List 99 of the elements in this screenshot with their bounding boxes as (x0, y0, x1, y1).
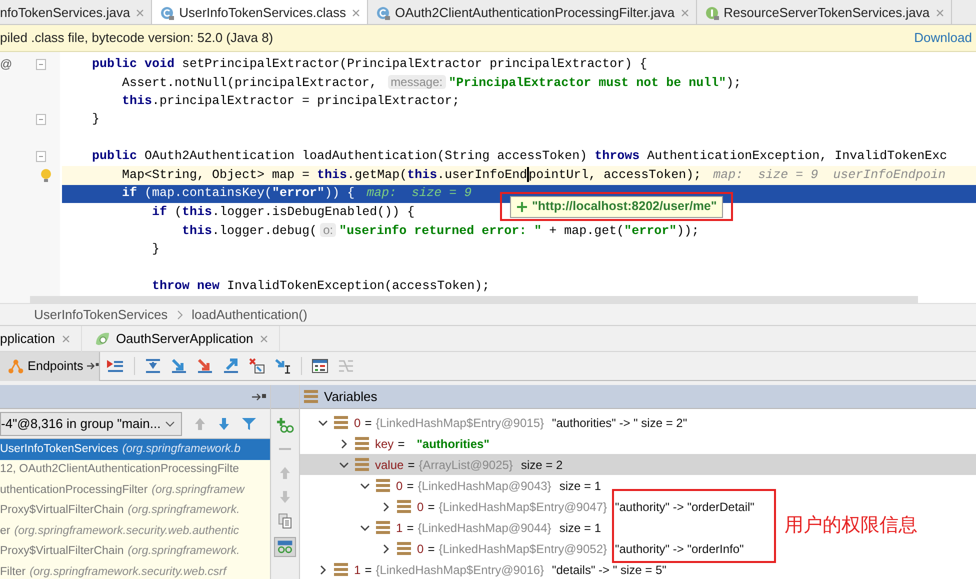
copy-icon[interactable] (278, 513, 292, 529)
panel-title: Variables (324, 388, 378, 406)
tree-row[interactable]: 1 = {LinkedHashMap@9044} size = 1 (300, 517, 602, 538)
code-line: Map<String, Object> map = this.getMap(this.userInfoEnd pointUrl, accessToken); (121, 166, 702, 184)
code-line: this.principalExtractor = principalExtractor; (121, 92, 460, 110)
interface-icon (704, 6, 719, 20)
close-icon[interactable] (60, 334, 71, 344)
code-line: public OAuth2Authentication loadAuthentication(String accessToken) throws AuthenticationException, InvalidTokenExc (91, 148, 948, 166)
fold-icon[interactable] (36, 114, 46, 126)
code-line: Assert.notNull(principalExtractor, message: "PrincipalExtractor must not be null"); (121, 74, 742, 92)
variable-value: size = 1 (559, 520, 602, 536)
stack-frame[interactable]: Filter (org.springframework.security.web.csrf (0, 562, 270, 579)
pin-icon[interactable] (87, 361, 99, 371)
close-icon[interactable] (135, 8, 146, 18)
thread-dropdown[interactable]: -4"@8,316 in group "main... (0, 412, 182, 436)
close-icon[interactable] (680, 8, 690, 18)
variables-icon (304, 390, 318, 403)
tree-row[interactable]: 0 = {LinkedHashMap$Entry@9052} "authority" -> "orderInfo" (300, 538, 744, 559)
execution-point-icon[interactable] (106, 358, 124, 374)
editor-tab[interactable]: ResourceServerTokenServices.java (696, 0, 952, 24)
arrow-down-icon[interactable] (218, 416, 230, 430)
variable-entry[interactable]: 0 = {LinkedHashMap$Entry@9015} (354, 414, 544, 432)
fold-icon[interactable] (36, 151, 46, 162)
variable-value: "authority" -> "orderInfo" (615, 540, 744, 558)
stack-frame[interactable]: 12, OAuth2ClientAuthenticationProcessingFilte (0, 460, 270, 480)
variable-entry[interactable]: 0 = {LinkedHashMap$Entry@9047} (417, 498, 607, 516)
variable-entry[interactable]: 0 = {LinkedHashMap$Entry@9052} (417, 540, 607, 558)
variable-value: "authorities" -> " size = 2" (552, 414, 688, 432)
code-line: } (151, 240, 160, 258)
editor-tab[interactable]: UserInfoTokenServices.class (152, 0, 368, 24)
variable-entry[interactable]: value = {ArrayList@9025} (375, 456, 513, 474)
calculator-icon[interactable] (312, 359, 328, 373)
field-icon (376, 521, 390, 534)
step-out-icon[interactable] (223, 358, 239, 374)
variable-value: "details" -> " size = 5" (552, 562, 666, 578)
value-tooltip: "http://localhost:8202/user/me" (510, 196, 723, 218)
tree-row[interactable]: 0 = {LinkedHashMap$Entry@9015} "authorities" -> " size = 2" (300, 412, 688, 433)
field-icon (397, 500, 411, 513)
breadcrumb-item[interactable]: UserInfoTokenServices (34, 304, 168, 324)
step-into-icon[interactable] (171, 358, 187, 374)
variable-entry[interactable]: 0 = {LinkedHashMap@9043} (396, 476, 552, 494)
field-icon (376, 479, 390, 492)
override-mark: @ (0, 56, 12, 74)
run-to-cursor-icon[interactable] (275, 358, 291, 374)
field-icon (334, 563, 348, 576)
tree-row[interactable]: 0 = {LinkedHashMap@9043} size = 1 (300, 475, 602, 496)
chevron-icon (176, 310, 184, 320)
text-caret (527, 167, 529, 182)
endpoints-button[interactable]: Endpoints (0, 352, 100, 380)
stack-frame[interactable]: Proxy$VirtualFilterChain (org.springframework. (0, 542, 270, 562)
close-icon[interactable] (934, 8, 945, 18)
variable-value: size = 1 (559, 478, 602, 494)
stack-frame[interactable]: Proxy$VirtualFilterChain (org.springframework. (0, 500, 270, 521)
breadcrumb-item[interactable]: loadAuthentication() (192, 304, 308, 324)
variable-entry[interactable]: 1 = {LinkedHashMap$Entry@9016} (354, 560, 544, 578)
annotation-text: 用户的权限信息 (784, 513, 918, 538)
class-icon (376, 6, 390, 20)
code-line: if (this.logger.isDebugEnabled()) { (151, 204, 415, 221)
leaf-icon (94, 330, 110, 346)
variable-value: size = 2 (520, 456, 563, 474)
variable-entry[interactable]: 1 = {LinkedHashMap@9044} (396, 518, 552, 536)
tree-row[interactable]: key = "authorities" (300, 433, 490, 454)
filter-icon[interactable] (242, 416, 256, 430)
code-line: } (91, 111, 100, 128)
force-step-into-icon[interactable] (197, 358, 213, 374)
step-over-icon[interactable] (145, 358, 161, 374)
editor-tab[interactable]: nfoTokenServices.java (0, 0, 152, 24)
stack-frame[interactable]: uthenticationProcessingFilter (org.springframew (0, 480, 270, 500)
class-icon (160, 6, 174, 20)
lightbulb-icon[interactable] (40, 168, 52, 182)
stack-frame[interactable]: UserInfoTokenServices (org.springframework.b (0, 439, 270, 460)
tree-row[interactable]: 1 = {LinkedHashMap$Entry@9016} "details" -> " size = 5" (300, 559, 666, 579)
variable-value: "authorities" (416, 436, 490, 452)
variable-entry[interactable]: key = (375, 434, 409, 452)
code-line: public void setPrincipalExtractor(PrincipalExtractor principalExtractor) { (91, 56, 648, 73)
field-icon (355, 458, 369, 471)
chevron-down-icon (165, 420, 175, 426)
close-icon[interactable] (259, 334, 270, 344)
fold-icon[interactable] (36, 58, 46, 70)
tree-row[interactable]: value = {ArrayList@9025} size = 2 (300, 454, 976, 475)
stack-frame[interactable]: er (org.springframework.security.web.authentic (0, 521, 270, 542)
download-link[interactable]: Download (914, 28, 976, 48)
decompiled-notice: piled .class file, bytecode version: 52.0 (Java 8) (0, 29, 274, 48)
horizontal-scrollbar[interactable] (30, 296, 918, 303)
field-icon (334, 416, 348, 429)
glasses-icon[interactable] (274, 537, 296, 557)
code-line: throw new InvalidTokenException(accessToken); (151, 278, 490, 295)
nodes-icon (8, 358, 24, 374)
field-icon (397, 542, 411, 555)
code-line: this.logger.debug( o: "userinfo returned error: " + map.get("error")); (181, 222, 700, 240)
field-icon (355, 437, 369, 450)
inline-debug-value: map: size = 9 (366, 185, 472, 202)
add-watch-icon[interactable] (276, 417, 294, 433)
inline-debug-value: map: size = 9 userInfoEndpoin (713, 166, 946, 184)
code-line: if (map.containsKey("error")) { (121, 185, 355, 202)
pin-icon[interactable] (252, 392, 266, 402)
plus-icon[interactable] (516, 200, 528, 212)
close-icon[interactable] (350, 8, 361, 18)
drop-frame-icon[interactable] (249, 358, 265, 374)
